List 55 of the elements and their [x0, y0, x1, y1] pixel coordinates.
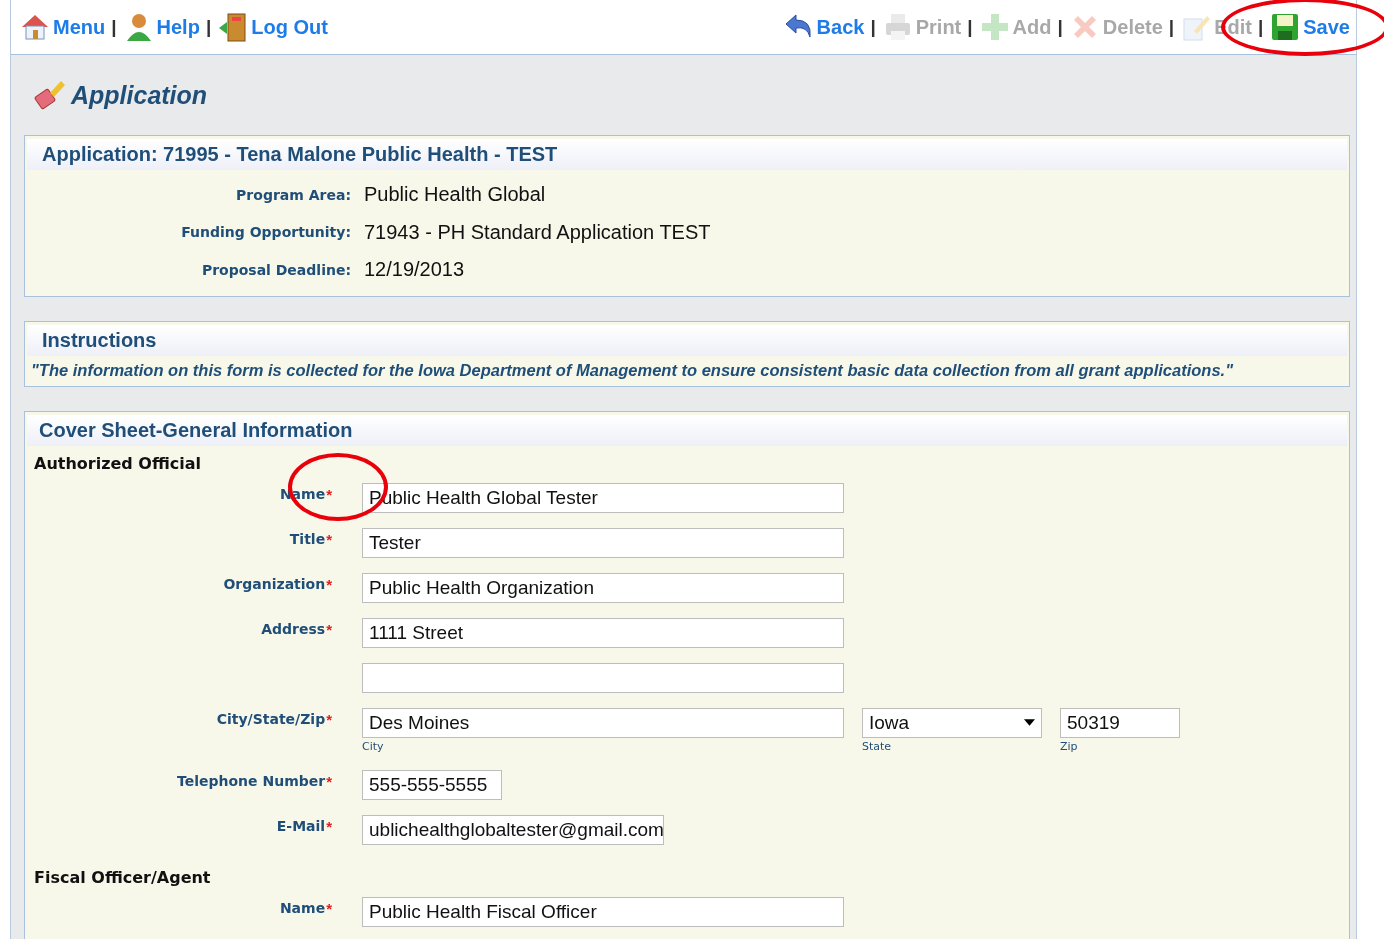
field-value: Public Health Global: [364, 183, 546, 207]
field-label: Proposal Deadline:: [200, 261, 352, 278]
section-header: Cover Sheet-General Information: [27, 414, 1347, 446]
field-label: Telephone Number: [177, 772, 326, 789]
field-value: 12/19/2013: [364, 258, 465, 282]
field-label: Address: [261, 620, 326, 637]
field-label: Organization: [223, 575, 326, 592]
group-title: Authorized Official: [33, 452, 203, 475]
separator: |: [205, 16, 212, 38]
text-input[interactable]: Tester: [362, 527, 844, 558]
instructions-text: "The information on this form is collected for the Iowa Department of Management to ensure consistent basic data collection from all grant applications.": [30, 359, 1234, 381]
required-asterisk: *: [326, 620, 332, 638]
separator: |: [1168, 16, 1175, 38]
field-label: City/State/Zip: [216, 710, 326, 727]
page-title: Application: [71, 80, 208, 110]
toolbar-button[interactable]: Back: [782, 11, 865, 43]
field-label: Funding Opportunity:: [180, 224, 352, 241]
text-input[interactable]: ublichealthglobaltester@gmail.com: [362, 814, 664, 845]
field-label: E-Mail: [276, 817, 326, 834]
separator: |: [1057, 16, 1063, 38]
required-asterisk: *: [326, 485, 332, 503]
field-value: 71943 - PH Standard Application TEST: [364, 220, 711, 244]
brush-icon: [33, 78, 67, 112]
text-input[interactable]: Des Moines: [362, 707, 844, 738]
separator: |: [967, 16, 973, 38]
required-asterisk: *: [326, 710, 332, 728]
input-caption: Zip: [1060, 738, 1079, 753]
section-header: Instructions: [27, 324, 1347, 356]
field-label: Title: [289, 530, 326, 547]
group-title: Fiscal Officer/Agent: [33, 866, 212, 889]
field-label: Name: [279, 899, 326, 916]
text-input[interactable]: 1111 Street: [362, 617, 844, 648]
nav-link[interactable]: Menu: [19, 11, 106, 43]
field-label: Program Area:: [235, 186, 352, 203]
separator: |: [870, 16, 876, 38]
separator: |: [111, 16, 117, 38]
text-input[interactable]: [362, 662, 844, 693]
text-input[interactable]: Public Health Fiscal Officer: [362, 896, 844, 927]
nav-link[interactable]: Log Out: [217, 11, 328, 43]
text-input[interactable]: 555-555-5555: [362, 769, 502, 800]
text-input[interactable]: 50319: [1060, 707, 1180, 738]
section-header: Application: 71995 - Tena Malone Public Health - TEST: [27, 139, 1347, 170]
nav-link[interactable]: Help: [122, 11, 200, 43]
required-asterisk: *: [326, 772, 332, 790]
state-dropdown[interactable]: Iowa: [862, 707, 1042, 738]
separator: |: [1257, 16, 1264, 38]
text-input[interactable]: Public Health Organization: [362, 572, 844, 603]
required-asterisk: *: [326, 575, 332, 593]
input-caption: City: [362, 738, 385, 753]
required-asterisk: *: [326, 817, 332, 835]
dropdown-caret-icon: [1024, 719, 1035, 726]
input-caption: State: [862, 738, 893, 753]
required-asterisk: *: [326, 530, 332, 548]
toolbar-button[interactable]: Save: [1269, 11, 1350, 43]
required-asterisk: *: [326, 899, 332, 917]
